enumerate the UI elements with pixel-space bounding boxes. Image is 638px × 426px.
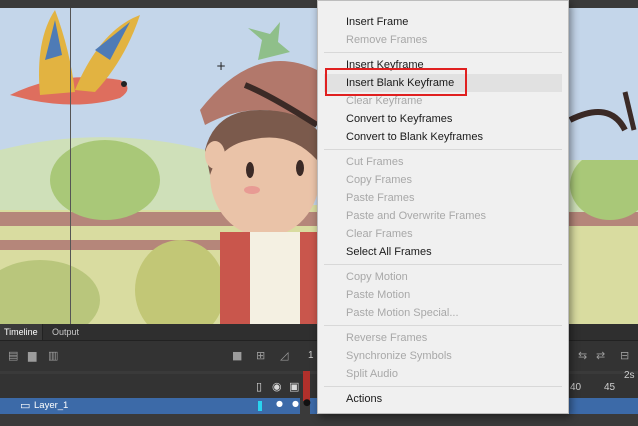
menu-item-actions[interactable]: Actions: [346, 392, 382, 406]
ruler-frame-45: 45: [604, 382, 616, 393]
menu-separator: [324, 325, 562, 326]
menu-item-clear-frames[interactable]: Clear Frames: [346, 227, 413, 241]
tab-output[interactable]: Output: [48, 324, 83, 340]
svg-text:+: +: [216, 59, 226, 73]
menu-item-paste-and-overwrite-frames[interactable]: Paste and Overwrite Frames: [346, 209, 486, 223]
menu-separator: [324, 386, 562, 387]
menu-item-copy-frames[interactable]: Copy Frames: [346, 173, 412, 187]
menu-item-convert-to-keyframes[interactable]: Convert to Keyframes: [346, 112, 452, 126]
menu-item-copy-motion[interactable]: Copy Motion: [346, 270, 408, 284]
layer-lock-dot[interactable]: ●: [292, 399, 299, 408]
menu-item-cut-frames[interactable]: Cut Frames: [346, 155, 403, 169]
annotation-highlight-box: [325, 68, 467, 96]
menu-item-paste-frames[interactable]: Paste Frames: [346, 191, 414, 205]
new-folder-icon[interactable]: ▆: [28, 349, 36, 362]
frame-options-icon[interactable]: ⊟: [620, 349, 629, 362]
menu-separator: [324, 52, 562, 53]
new-layer-icon[interactable]: ▤: [8, 349, 18, 362]
menu-item-synchronize-symbols[interactable]: Synchronize Symbols: [346, 349, 452, 363]
delete-layer-icon[interactable]: ▥: [48, 349, 58, 362]
menu-separator: [324, 264, 562, 265]
ruler-frame-1: 1: [308, 350, 314, 361]
menu-separator: [324, 149, 562, 150]
menu-item-convert-to-blank-keyframes[interactable]: Convert to Blank Keyframes: [346, 130, 483, 144]
playhead[interactable]: [303, 371, 310, 401]
menu-item-clear-keyframe[interactable]: Clear Keyframe: [346, 94, 422, 108]
onion-skin-icon[interactable]: ⇆: [578, 349, 587, 362]
menu-item-remove-frames[interactable]: Remove Frames: [346, 33, 427, 47]
frame-context-menu: Insert Frame Remove Frames Insert Keyfra…: [317, 0, 569, 414]
layer-name[interactable]: Layer_1: [34, 398, 68, 414]
camera-icon[interactable]: ■: [232, 349, 242, 362]
edit-multiple-frames-icon[interactable]: ⇄: [596, 349, 605, 362]
menu-item-paste-motion[interactable]: Paste Motion: [346, 288, 410, 302]
graph-icon[interactable]: ◿: [280, 349, 288, 362]
menu-item-insert-frame[interactable]: Insert Frame: [346, 15, 408, 29]
layer-visible-dot[interactable]: ●: [276, 399, 283, 408]
lock-icon[interactable]: ▣: [289, 380, 299, 393]
layer-color-swatch[interactable]: [258, 401, 262, 411]
menu-item-split-audio[interactable]: Split Audio: [346, 367, 398, 381]
menu-item-reverse-frames[interactable]: Reverse Frames: [346, 331, 427, 345]
menu-item-paste-motion-special[interactable]: Paste Motion Special...: [346, 306, 459, 320]
ruler-frame-40: 40: [570, 382, 582, 393]
menu-item-select-all-frames[interactable]: Select All Frames: [346, 245, 432, 259]
layer-parenting-icon[interactable]: ⊞: [256, 349, 265, 362]
tab-timeline[interactable]: Timeline: [0, 324, 43, 340]
keyframe-dot[interactable]: ●: [303, 398, 311, 408]
fps-label: 2s: [624, 370, 635, 381]
eye-icon[interactable]: ◉: [272, 380, 282, 393]
highlight-icon[interactable]: ▯: [256, 380, 262, 393]
layer-icon: ▭: [20, 399, 31, 412]
